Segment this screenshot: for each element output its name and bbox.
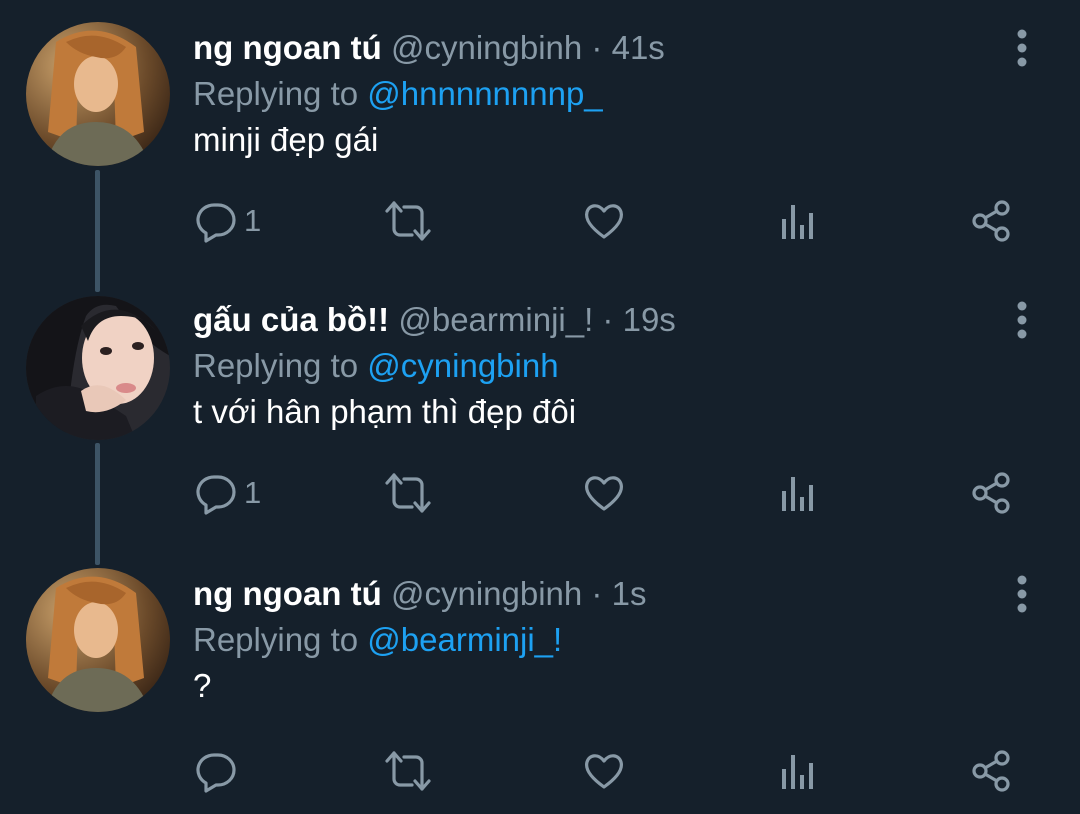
separator: · [602, 301, 614, 338]
reply-button[interactable]: 1 [194, 468, 261, 518]
timeline: ng ngoan tú @cyningbinh · 41s Replying t… [0, 0, 1080, 814]
share-icon [970, 471, 1014, 515]
heart-icon [582, 471, 626, 515]
avatar[interactable] [26, 568, 170, 712]
share-button[interactable] [970, 196, 1014, 246]
reply-count: 1 [244, 203, 262, 238]
reply-button[interactable] [194, 746, 244, 796]
analytics-button[interactable] [778, 196, 818, 246]
more-button[interactable] [1006, 28, 1038, 68]
retweet-button[interactable] [384, 468, 432, 518]
username[interactable]: @bearminji_! [398, 301, 593, 338]
tweet-text: ? [193, 667, 212, 704]
more-button[interactable] [1006, 574, 1038, 614]
analytics-button[interactable] [778, 468, 818, 518]
retweet-icon [384, 199, 432, 243]
tweet-text: t với hân phạm thì đẹp đôi [193, 393, 577, 430]
analytics-icon [778, 471, 818, 515]
retweet-button[interactable] [384, 746, 432, 796]
more-vertical-icon [1017, 301, 1027, 339]
like-button[interactable] [582, 468, 626, 518]
display-name[interactable]: gấu của bồ!! [193, 301, 389, 338]
username[interactable]: @cyningbinh [391, 575, 582, 612]
separator: · [591, 29, 603, 66]
reply-icon [194, 199, 238, 243]
separator: · [591, 575, 603, 612]
more-button[interactable] [1006, 300, 1038, 340]
action-bar: 1 [190, 196, 1030, 246]
avatar[interactable] [26, 22, 170, 166]
reply-count: 1 [244, 475, 262, 510]
replying-to: Replying to @bearminji_! [193, 620, 562, 660]
mention-link[interactable]: @hnnnnnnnnp_ [367, 75, 602, 112]
replying-prefix: Replying to [193, 75, 359, 112]
share-button[interactable] [970, 468, 1014, 518]
heart-icon [582, 749, 626, 793]
replying-to: Replying to @cyningbinh [193, 346, 559, 386]
timestamp[interactable]: 19s [623, 301, 676, 338]
replying-prefix: Replying to [193, 621, 359, 658]
tweet[interactable]: ng ngoan tú @cyningbinh · 1s Replying to… [0, 568, 1080, 814]
analytics-icon [778, 199, 818, 243]
share-icon [970, 749, 1014, 793]
share-button[interactable] [970, 746, 1014, 796]
like-button[interactable] [582, 196, 626, 246]
avatar[interactable] [26, 296, 170, 440]
action-bar: 1 [190, 468, 1030, 518]
profile-photo-icon [26, 296, 170, 440]
display-name[interactable]: ng ngoan tú [193, 575, 382, 612]
timestamp[interactable]: 41s [612, 29, 665, 66]
reply-icon [194, 749, 238, 793]
share-icon [970, 199, 1014, 243]
reply-button[interactable]: 1 [194, 196, 261, 246]
tweet-header: ng ngoan tú @cyningbinh · 1s [193, 574, 646, 614]
retweet-icon [384, 471, 432, 515]
tweet-header: gấu của bồ!! @bearminji_! · 19s [193, 300, 676, 340]
mention-link[interactable]: @cyningbinh [367, 347, 558, 384]
more-vertical-icon [1017, 29, 1027, 67]
display-name[interactable]: ng ngoan tú [193, 29, 382, 66]
tweet-header: ng ngoan tú @cyningbinh · 41s [193, 28, 665, 68]
like-button[interactable] [582, 746, 626, 796]
tweet[interactable]: gấu của bồ!! @bearminji_! · 19s Replying… [0, 296, 1080, 540]
action-bar [190, 746, 1030, 796]
retweet-icon [384, 749, 432, 793]
heart-icon [582, 199, 626, 243]
reply-icon [194, 471, 238, 515]
retweet-button[interactable] [384, 196, 432, 246]
mention-link[interactable]: @bearminji_! [367, 621, 562, 658]
analytics-button[interactable] [778, 746, 818, 796]
timestamp[interactable]: 1s [612, 575, 647, 612]
username[interactable]: @cyningbinh [391, 29, 582, 66]
replying-prefix: Replying to [193, 347, 359, 384]
tweet[interactable]: ng ngoan tú @cyningbinh · 41s Replying t… [0, 22, 1080, 268]
analytics-icon [778, 749, 818, 793]
profile-photo-icon [26, 22, 170, 166]
tweet-text: minji đẹp gái [193, 121, 379, 158]
more-vertical-icon [1017, 575, 1027, 613]
profile-photo-icon [26, 568, 170, 712]
replying-to: Replying to @hnnnnnnnnp_ [193, 74, 603, 114]
